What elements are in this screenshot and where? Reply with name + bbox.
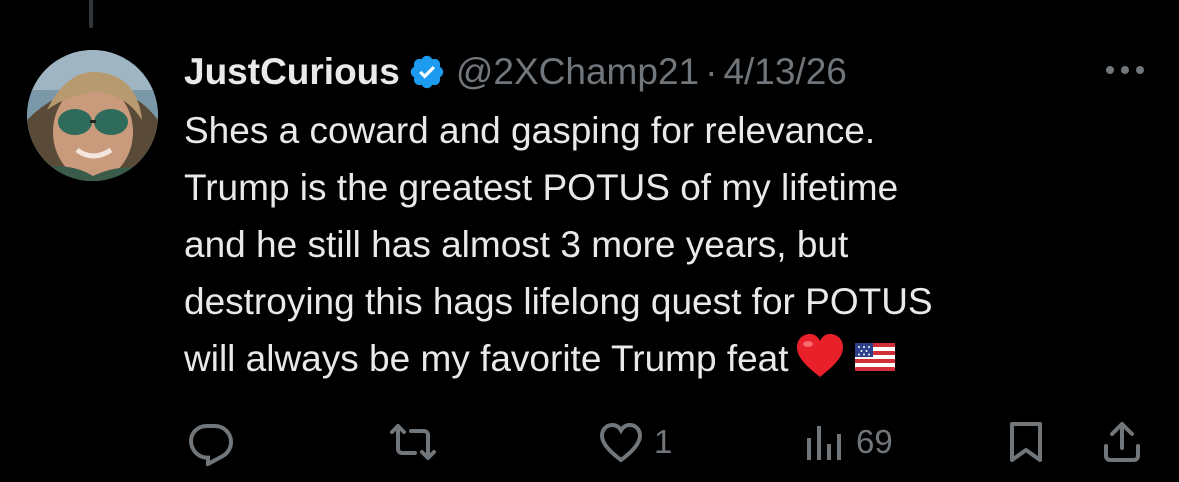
tweet-header: JustCurious @2XChamp21 · 4/13/26 (184, 46, 1144, 98)
like-count: 1 (654, 423, 673, 460)
bookmark-button[interactable] (1002, 418, 1050, 466)
views-count: 69 (856, 423, 893, 460)
views-button[interactable]: 69 (798, 418, 893, 466)
tweet-text-line: Shes a coward and gasping for relevance. (184, 110, 876, 151)
display-name[interactable]: JustCurious (184, 51, 400, 93)
repost-button[interactable] (386, 418, 448, 466)
share-icon (1098, 418, 1146, 466)
reply-icon (186, 418, 236, 466)
tweet-text-line-last: will always be my favorite Trump feat (184, 330, 1144, 387)
separator-dot: · (705, 51, 718, 92)
user-handle[interactable]: @2XChamp21 (456, 51, 699, 93)
tweet[interactable]: JustCurious @2XChamp21 · 4/13/26 Shes a … (184, 46, 1144, 387)
thread-connector-line (89, 0, 93, 28)
more-icon[interactable] (1102, 60, 1148, 80)
verified-badge-icon[interactable] (408, 53, 446, 91)
red-heart-emoji-icon (795, 333, 845, 379)
like-button[interactable]: 1 (596, 418, 672, 466)
avatar[interactable] (27, 50, 158, 181)
tweet-date[interactable]: 4/13/26 (723, 51, 846, 93)
tweet-actions: 1 69 (0, 418, 1179, 468)
bookmark-icon (1002, 418, 1050, 466)
heart-icon (596, 418, 646, 466)
reply-button[interactable] (186, 418, 244, 466)
repost-icon (386, 418, 440, 466)
tweet-text-line: Trump is the greatest POTUS of my lifeti… (184, 167, 899, 208)
tweet-text-line: destroying this hags lifelong quest for … (184, 281, 933, 322)
tweet-text-line: and he still has almost 3 more years, bu… (184, 224, 849, 265)
share-button[interactable] (1098, 418, 1146, 466)
tweet-text-line: will always be my favorite Trump feat (184, 338, 789, 379)
us-flag-emoji-icon (854, 330, 895, 371)
tweet-text: Shes a coward and gasping for relevance.… (184, 102, 1144, 387)
views-icon (798, 418, 848, 466)
